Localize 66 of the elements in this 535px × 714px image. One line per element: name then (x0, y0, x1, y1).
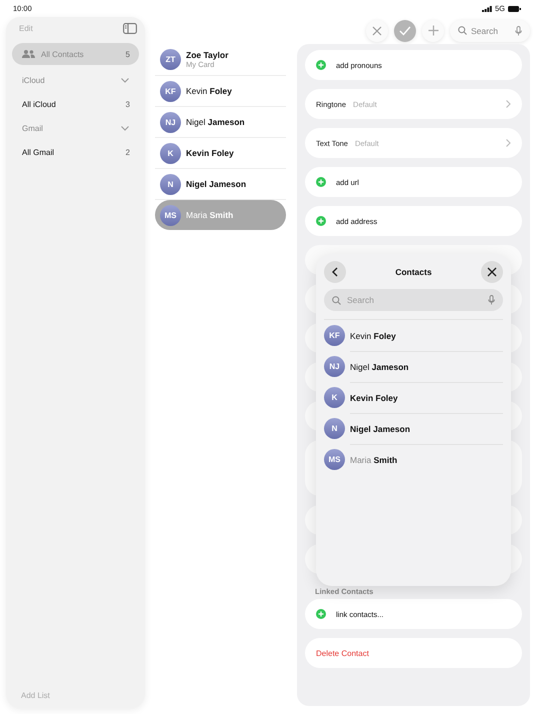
contact-name: Nigel Jameson (186, 179, 246, 189)
contact-row[interactable]: K Kevin Foley (155, 138, 286, 169)
contact-row[interactable]: K Kevin Foley (324, 382, 503, 413)
close-button[interactable] (481, 261, 503, 283)
avatar: KF (324, 325, 345, 346)
popover-title: Contacts (395, 267, 432, 277)
sidebar-item[interactable]: All Gmail 2 (12, 141, 139, 163)
contact-row[interactable]: KF Kevin Foley (155, 76, 286, 107)
sidebar-item[interactable]: All Contacts 5 (12, 43, 139, 65)
avatar: MS (324, 449, 345, 470)
search-icon (458, 26, 467, 35)
add-circle-icon (316, 609, 326, 619)
delete-contact-button[interactable]: Delete Contact (305, 638, 522, 668)
avatar: K (160, 142, 181, 164)
contact-name: Kevin Foley (186, 86, 232, 96)
sidebar-toggle-icon[interactable] (123, 22, 137, 34)
avatar: N (324, 418, 345, 439)
section-header: Gmail (22, 124, 43, 132)
section-header: iCloud (22, 76, 45, 84)
close-icon (372, 26, 382, 36)
contact-row[interactable]: N Nigel Jameson (324, 413, 503, 444)
avatar: NJ (160, 112, 181, 132)
chevron-down-icon[interactable] (121, 126, 129, 130)
contact-name: Kevin Foley (186, 148, 234, 158)
microphone-icon[interactable] (515, 26, 522, 36)
avatar: NJ (324, 356, 345, 377)
contact-name: Nigel Jameson (350, 424, 410, 434)
contact-name: Kevin Foley (350, 330, 396, 340)
contact-row[interactable]: MS Maria Smith (324, 444, 503, 475)
close-icon (487, 267, 497, 277)
contact-name: Nigel Jameson (186, 117, 245, 127)
sidebar-item[interactable]: All iCloud 3 (12, 93, 139, 115)
battery-icon (508, 6, 521, 12)
search-bar[interactable]: Search (324, 289, 503, 311)
chevron-right-icon (506, 100, 511, 108)
chevron-down-icon[interactable] (121, 78, 129, 82)
contact-name: Nigel Jameson (350, 362, 409, 372)
back-button[interactable] (324, 261, 346, 283)
avatar: N (160, 174, 181, 194)
contact-name: Kevin Foley (350, 392, 398, 402)
search-bar[interactable]: Search (450, 20, 530, 42)
avatar: K (324, 387, 345, 408)
people-icon (22, 50, 35, 58)
back-icon (332, 267, 338, 277)
contact-row[interactable]: NJ Nigel Jameson (155, 107, 286, 138)
add-circle-icon (316, 60, 326, 70)
avatar: MS (160, 204, 181, 226)
checkmark-icon (399, 26, 411, 36)
add-circle-icon (316, 216, 326, 226)
chevron-right-icon (506, 139, 511, 147)
search-input[interactable]: Search (471, 26, 511, 36)
contact-name: Maria Smith (186, 210, 234, 220)
plus-icon (428, 25, 438, 36)
search-icon (332, 296, 341, 304)
done-button[interactable] (394, 20, 416, 42)
contact-row[interactable]: KF Kevin Foley (324, 320, 503, 351)
add-circle-icon (316, 177, 326, 187)
contact-name: Maria Smith (350, 454, 398, 464)
avatar: KF (160, 80, 181, 102)
add-button[interactable] (422, 20, 444, 42)
avatar: ZT (160, 49, 181, 70)
contact-row[interactable]: NJ Nigel Jameson (324, 351, 503, 382)
search-input[interactable]: Search (347, 295, 482, 305)
contact-name: Zoe Taylor (186, 50, 228, 60)
signal-icon (482, 6, 492, 12)
microphone-icon[interactable] (488, 295, 495, 305)
